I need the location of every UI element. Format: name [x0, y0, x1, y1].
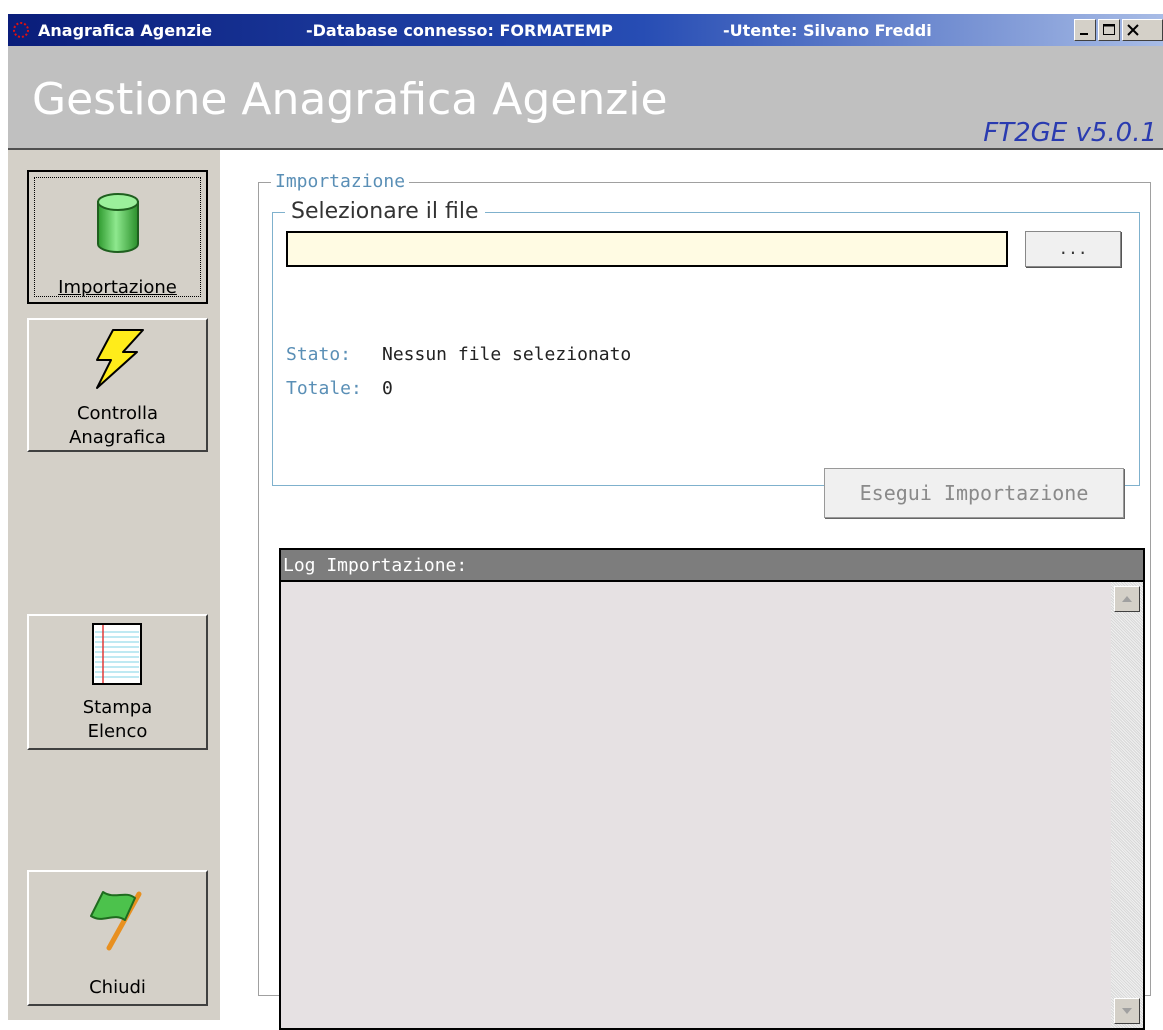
file-path-input[interactable]	[286, 231, 1008, 267]
scroll-down-button[interactable]	[1114, 998, 1140, 1024]
database-cylinder-icon	[97, 193, 139, 253]
log-scrollbar[interactable]	[1111, 582, 1143, 1028]
window-titlebar: Anagrafica Agenzie -Database connesso: F…	[8, 14, 1163, 46]
page-header: Gestione Anagrafica Agenzie FT2GE v5.0.1	[8, 46, 1163, 150]
import-log-panel: Log Importazione:	[279, 548, 1145, 1030]
log-header: Log Importazione:	[281, 550, 1143, 582]
sidebar-item-label: Elenco	[87, 721, 148, 742]
maximize-icon	[1103, 24, 1115, 35]
app-window: Gestione Anagrafica Agenzie FT2GE v5.0.1…	[8, 46, 1163, 1030]
file-select-legend: Selezionare il file	[285, 199, 485, 224]
execute-import-button[interactable]: Esegui Importazione	[824, 468, 1124, 518]
status-value: Nessun file selezionato	[382, 344, 632, 365]
main-panel: Importazione Selezionare il file ... Sta…	[220, 150, 1163, 1030]
sidebar-item-label: Stampa	[82, 697, 153, 718]
close-window-button[interactable]	[1122, 19, 1163, 41]
window-app-name: Anagrafica Agenzie	[38, 21, 213, 40]
page-title: Gestione Anagrafica Agenzie	[32, 74, 668, 125]
maximize-button[interactable]	[1098, 19, 1120, 41]
lightning-icon	[96, 329, 144, 389]
total-label: Totale:	[286, 378, 362, 399]
notebook-icon	[92, 623, 142, 685]
sidebar-item-label: Importazione	[58, 277, 177, 298]
window-database-info: -Database connesso: FORMATEMP	[306, 21, 613, 40]
sidebar-item-label: Chiudi	[89, 977, 146, 998]
sidebar-item-importazione[interactable]: Importazione	[27, 170, 208, 304]
sidebar-item-label: Controlla	[76, 403, 159, 424]
browse-button[interactable]: ...	[1025, 231, 1121, 267]
flag-icon	[90, 891, 142, 951]
version-label: FT2GE v5.0.1	[983, 118, 1157, 148]
total-value: 0	[382, 378, 393, 399]
status-label: Stato:	[286, 344, 352, 365]
app-icon	[13, 22, 29, 38]
sidebar-item-label: Anagrafica	[69, 427, 166, 448]
arrow-down-icon	[1122, 1008, 1132, 1014]
minimize-icon	[1080, 33, 1088, 35]
minimize-button[interactable]	[1074, 19, 1096, 41]
arrow-up-icon	[1122, 596, 1132, 602]
scroll-up-button[interactable]	[1114, 586, 1140, 612]
status-row: Stato: Nessun file selezionato	[286, 344, 631, 365]
close-icon	[1127, 24, 1139, 36]
window-user-info: -Utente: Silvano Freddi	[723, 21, 932, 40]
import-legend: Importazione	[271, 171, 410, 192]
sidebar-item-chiudi[interactable]: Chiudi	[27, 870, 208, 1006]
sidebar: Importazione Controlla Anagrafica Stampa…	[8, 150, 220, 1020]
total-row: Totale: 0	[286, 378, 393, 399]
sidebar-item-controlla-anagrafica[interactable]: Controlla Anagrafica	[27, 318, 208, 452]
sidebar-item-stampa-elenco[interactable]: Stampa Elenco	[27, 614, 208, 750]
